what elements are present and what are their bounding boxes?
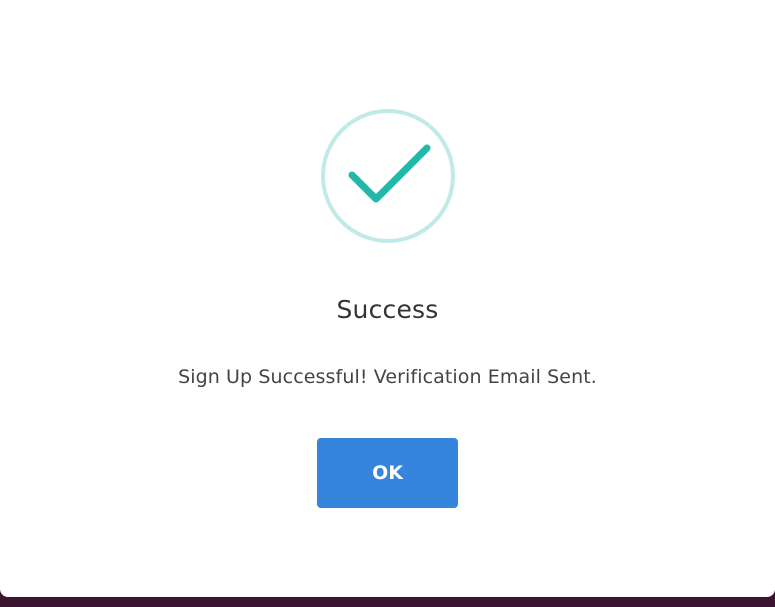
- success-dialog: Success Sign Up Successful! Verification…: [0, 0, 775, 597]
- dialog-message: Sign Up Successful! Verification Email S…: [178, 366, 597, 388]
- dialog-title: Success: [336, 295, 439, 324]
- checkmark-success-icon: [319, 107, 457, 245]
- ok-button[interactable]: OK: [317, 438, 458, 508]
